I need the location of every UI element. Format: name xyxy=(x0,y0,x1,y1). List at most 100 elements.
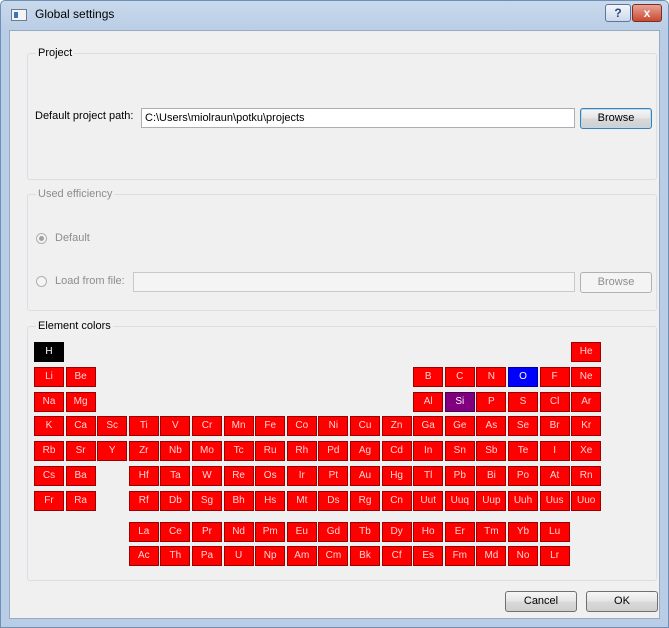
element-fe-button[interactable]: Fe xyxy=(255,416,286,437)
element-ta-button[interactable]: Ta xyxy=(160,466,191,486)
element-sr-button[interactable]: Sr xyxy=(65,441,96,462)
element-np-button[interactable]: Np xyxy=(255,546,286,567)
element-u-button[interactable]: U xyxy=(223,546,254,567)
element-po-button[interactable]: Po xyxy=(508,466,538,486)
element-he-button[interactable]: He xyxy=(571,342,602,362)
element-th-button[interactable]: Th xyxy=(160,546,191,567)
element-v-button[interactable]: V xyxy=(160,416,191,437)
element-cd-button[interactable]: Cd xyxy=(381,441,412,462)
efficiency-browse-button[interactable]: Browse xyxy=(580,272,652,293)
title-bar[interactable]: Global settings ? x xyxy=(1,1,668,29)
element-cm-button[interactable]: Cm xyxy=(318,546,349,567)
element-f-button[interactable]: F xyxy=(539,366,570,387)
element-lu-button[interactable]: Lu xyxy=(539,521,570,542)
element-pr-button[interactable]: Pr xyxy=(192,521,222,542)
element-tb-button[interactable]: Tb xyxy=(350,521,380,542)
element-cu-button[interactable]: Cu xyxy=(350,416,380,437)
element-pd-button[interactable]: Pd xyxy=(318,441,349,462)
element-co-button[interactable]: Co xyxy=(286,416,317,437)
element-bh-button[interactable]: Bh xyxy=(223,490,254,511)
element-ra-button[interactable]: Ra xyxy=(65,490,96,511)
element-ar-button[interactable]: Ar xyxy=(571,391,602,412)
element-es-button[interactable]: Es xyxy=(413,546,444,567)
element-bi-button[interactable]: Bi xyxy=(476,466,507,486)
element-uuh-button[interactable]: Uuh xyxy=(508,490,538,511)
element-n-button[interactable]: N xyxy=(476,366,507,387)
efficiency-file-input[interactable] xyxy=(133,272,575,292)
element-er-button[interactable]: Er xyxy=(444,521,475,542)
element-uut-button[interactable]: Uut xyxy=(413,490,444,511)
element-os-button[interactable]: Os xyxy=(255,466,286,486)
element-bk-button[interactable]: Bk xyxy=(350,546,380,567)
element-rh-button[interactable]: Rh xyxy=(286,441,317,462)
element-se-button[interactable]: Se xyxy=(508,416,538,437)
element-re-button[interactable]: Re xyxy=(223,466,254,486)
element-ne-button[interactable]: Ne xyxy=(571,366,602,387)
element-dy-button[interactable]: Dy xyxy=(381,521,412,542)
element-md-button[interactable]: Md xyxy=(476,546,507,567)
element-ru-button[interactable]: Ru xyxy=(255,441,286,462)
element-k-button[interactable]: K xyxy=(34,416,64,437)
element-ac-button[interactable]: Ac xyxy=(128,546,159,567)
element-sn-button[interactable]: Sn xyxy=(444,441,475,462)
element-lr-button[interactable]: Lr xyxy=(539,546,570,567)
element-at-button[interactable]: At xyxy=(539,466,570,486)
element-ga-button[interactable]: Ga xyxy=(413,416,444,437)
help-button[interactable]: ? xyxy=(605,4,631,22)
element-li-button[interactable]: Li xyxy=(34,366,64,387)
element-pa-button[interactable]: Pa xyxy=(192,546,222,567)
element-uuo-button[interactable]: Uuo xyxy=(571,490,602,511)
element-hf-button[interactable]: Hf xyxy=(128,466,159,486)
element-ba-button[interactable]: Ba xyxy=(65,466,96,486)
element-au-button[interactable]: Au xyxy=(350,466,380,486)
element-br-button[interactable]: Br xyxy=(539,416,570,437)
element-s-button[interactable]: S xyxy=(508,391,538,412)
element-rf-button[interactable]: Rf xyxy=(128,490,159,511)
element-p-button[interactable]: P xyxy=(476,391,507,412)
element-zr-button[interactable]: Zr xyxy=(128,441,159,462)
element-h-button[interactable]: H xyxy=(34,342,64,362)
element-mt-button[interactable]: Mt xyxy=(286,490,317,511)
project-path-input[interactable]: C:\Users\miolraun\potku\projects xyxy=(141,108,575,128)
element-ds-button[interactable]: Ds xyxy=(318,490,349,511)
close-button[interactable]: x xyxy=(632,4,662,22)
element-sc-button[interactable]: Sc xyxy=(97,416,128,437)
element-ge-button[interactable]: Ge xyxy=(444,416,475,437)
element-ir-button[interactable]: Ir xyxy=(286,466,317,486)
element-in-button[interactable]: In xyxy=(413,441,444,462)
element-kr-button[interactable]: Kr xyxy=(571,416,602,437)
element-db-button[interactable]: Db xyxy=(160,490,191,511)
element-cs-button[interactable]: Cs xyxy=(34,466,64,486)
element-fr-button[interactable]: Fr xyxy=(34,490,64,511)
element-tl-button[interactable]: Tl xyxy=(413,466,444,486)
element-si-button[interactable]: Si xyxy=(444,391,475,412)
element-hg-button[interactable]: Hg xyxy=(381,466,412,486)
element-i-button[interactable]: I xyxy=(539,441,570,462)
element-uuq-button[interactable]: Uuq xyxy=(444,490,475,511)
element-ce-button[interactable]: Ce xyxy=(160,521,191,542)
element-as-button[interactable]: As xyxy=(476,416,507,437)
element-pb-button[interactable]: Pb xyxy=(444,466,475,486)
element-sb-button[interactable]: Sb xyxy=(476,441,507,462)
element-uup-button[interactable]: Uup xyxy=(476,490,507,511)
element-tc-button[interactable]: Tc xyxy=(223,441,254,462)
cancel-button[interactable]: Cancel xyxy=(505,591,577,612)
element-o-button[interactable]: O xyxy=(508,366,538,387)
element-uus-button[interactable]: Uus xyxy=(539,490,570,511)
element-eu-button[interactable]: Eu xyxy=(286,521,317,542)
element-mn-button[interactable]: Mn xyxy=(223,416,254,437)
element-am-button[interactable]: Am xyxy=(286,546,317,567)
element-be-button[interactable]: Be xyxy=(65,366,96,387)
element-cl-button[interactable]: Cl xyxy=(539,391,570,412)
element-cf-button[interactable]: Cf xyxy=(381,546,412,567)
element-al-button[interactable]: Al xyxy=(413,391,444,412)
element-ni-button[interactable]: Ni xyxy=(318,416,349,437)
project-browse-button[interactable]: Browse xyxy=(580,108,652,129)
element-rn-button[interactable]: Rn xyxy=(571,466,602,486)
element-te-button[interactable]: Te xyxy=(508,441,538,462)
element-b-button[interactable]: B xyxy=(413,366,444,387)
element-pm-button[interactable]: Pm xyxy=(255,521,286,542)
element-ti-button[interactable]: Ti xyxy=(128,416,159,437)
element-na-button[interactable]: Na xyxy=(34,391,64,412)
element-ag-button[interactable]: Ag xyxy=(350,441,380,462)
